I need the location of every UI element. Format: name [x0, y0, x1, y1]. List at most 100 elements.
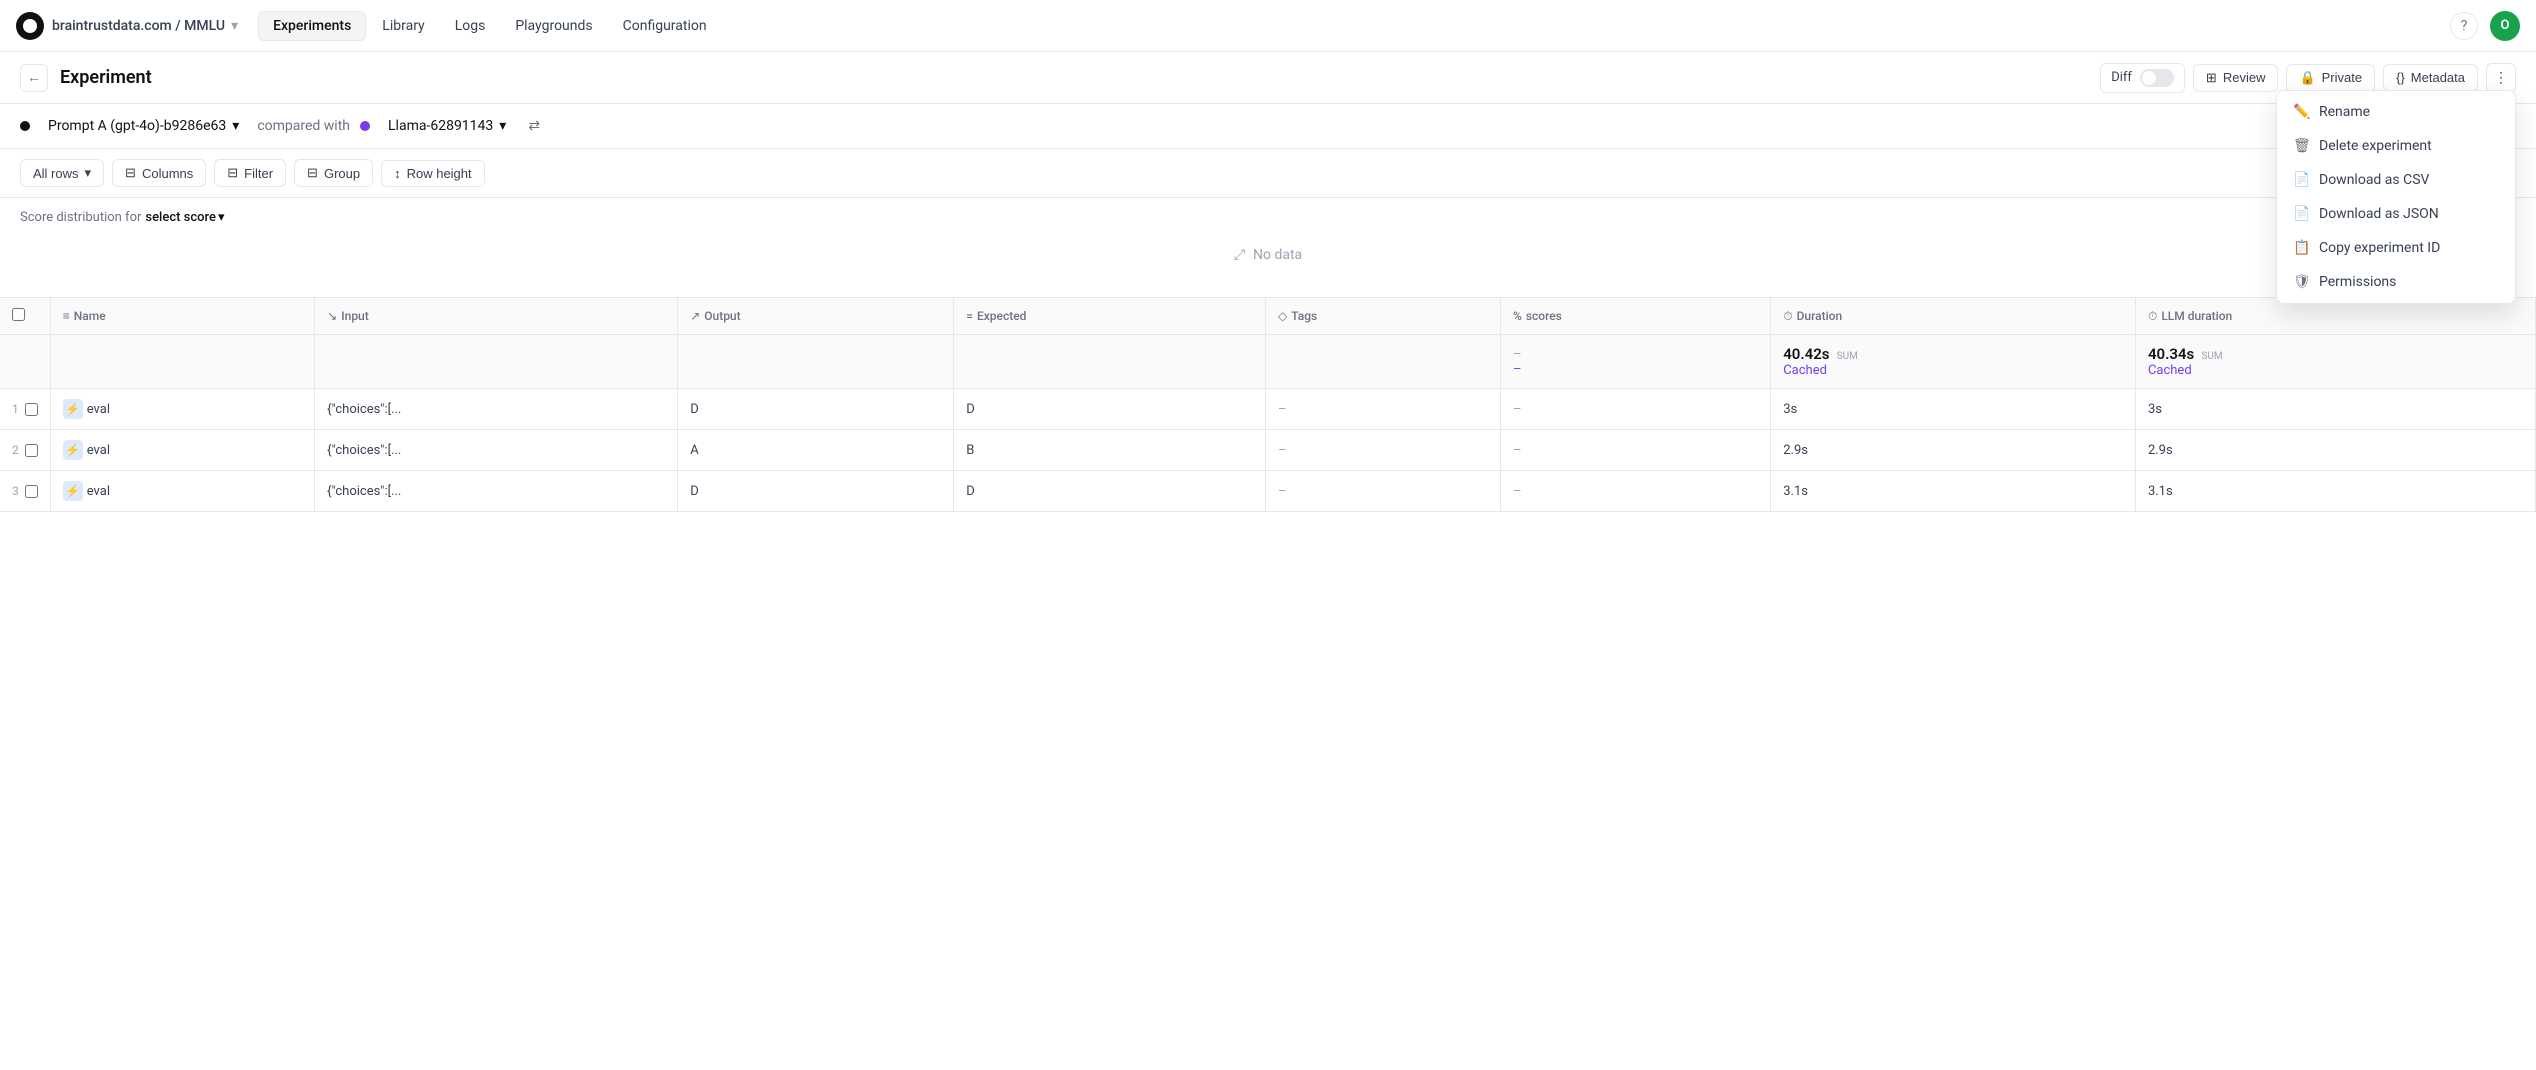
copy-icon: 📋	[2293, 240, 2309, 256]
toggle-thumb	[2142, 71, 2156, 85]
row-height-icon: ↕	[394, 166, 401, 181]
score-distribution: Score distribution for select score ▾ ⤢ …	[0, 198, 2536, 298]
filter-button[interactable]: ⊟ Filter	[214, 159, 286, 187]
nav-library[interactable]: Library	[368, 12, 438, 40]
review-icon: ⊞	[2206, 70, 2217, 86]
back-button[interactable]: ←	[20, 64, 48, 92]
row-2-scores: –	[1501, 471, 1771, 512]
nav-experiments[interactable]: Experiments	[258, 11, 366, 41]
table-row[interactable]: 3 ⚡ eval {"choices":[... D D – – 3.1s 3.…	[0, 471, 2536, 512]
sub-header-actions: Diff ⊞ Review 🔒 Private {} Metadata ⋮	[2100, 63, 2516, 93]
agg-expected-cell	[954, 335, 1266, 389]
exp1-selector[interactable]: Prompt A (gpt-4o)-b9286e63 ▾	[40, 114, 247, 138]
dropdown-download-csv[interactable]: 📄 Download as CSV	[2277, 163, 2515, 197]
row-2-name: ⚡ eval	[50, 471, 314, 512]
agg-name-cell	[50, 335, 314, 389]
dropdown-copy-id[interactable]: 📋 Copy experiment ID	[2277, 231, 2515, 265]
exp1-dot	[20, 121, 30, 131]
dropdown-menu: ✏️ Rename 🗑 Delete experiment 📄 Download…	[2276, 90, 2516, 304]
nav-configuration[interactable]: Configuration	[609, 12, 721, 40]
agg-duration-cell: 40.42s SUM Cached	[1771, 335, 2136, 389]
agg-tags-cell	[1265, 335, 1500, 389]
diff-toggle-pill[interactable]	[2140, 69, 2174, 87]
data-table: ≡ Name ↘ Input ↗ Output = Expected ◇ Tag…	[0, 298, 2536, 512]
all-rows-button[interactable]: All rows ▾	[20, 159, 104, 187]
row-2-llm-duration: 3.1s	[2135, 471, 2535, 512]
nav-items: Experiments Library Logs Playgrounds Con…	[258, 11, 720, 41]
row-0-expected: D	[954, 389, 1266, 430]
exp2-selector[interactable]: Llama-62891143 ▾	[380, 114, 514, 138]
aggregate-row: – – 40.42s SUM Cached 40.34s SUM Cached	[0, 335, 2536, 389]
logo	[16, 12, 44, 40]
row-1-input: {"choices":[...	[315, 430, 678, 471]
metadata-icon: {}	[2396, 70, 2405, 85]
table-row[interactable]: 1 ⚡ eval {"choices":[... D D – – 3s 3s	[0, 389, 2536, 430]
th-duration: ⏱ Duration	[1771, 298, 2136, 335]
th-tags: ◇ Tags	[1265, 298, 1500, 335]
columns-button[interactable]: ⊟ Columns	[112, 159, 206, 187]
th-input: ↘ Input	[315, 298, 678, 335]
row-num-cell: 2	[0, 430, 50, 471]
dropdown-download-json[interactable]: 📄 Download as JSON	[2277, 197, 2515, 231]
select-all-checkbox[interactable]	[12, 308, 25, 321]
all-rows-label: All rows	[33, 166, 79, 181]
help-button[interactable]: ?	[2450, 12, 2478, 40]
row-2-checkbox[interactable]	[25, 485, 38, 498]
dropdown-rename[interactable]: ✏️ Rename	[2277, 95, 2515, 129]
dropdown-copy-label: Copy experiment ID	[2319, 240, 2440, 256]
private-label: Private	[2322, 70, 2362, 85]
more-button[interactable]: ⋮	[2486, 63, 2516, 93]
dropdown-permissions[interactable]: 🛡 Permissions	[2277, 265, 2515, 299]
group-icon: ⊟	[307, 165, 318, 181]
row-num-cell: 1	[0, 389, 50, 430]
select-score-button[interactable]: select score ▾	[145, 210, 224, 225]
group-label: Group	[324, 166, 360, 181]
dropdown-csv-label: Download as CSV	[2319, 172, 2429, 188]
row-0-checkbox[interactable]	[25, 403, 38, 416]
group-button[interactable]: ⊟ Group	[294, 159, 373, 187]
row-2-output: D	[678, 471, 954, 512]
exp2-label: Llama-62891143	[388, 118, 493, 134]
row-1-tags: –	[1265, 430, 1500, 471]
row-1-checkbox[interactable]	[25, 444, 38, 457]
private-button[interactable]: 🔒 Private	[2286, 64, 2375, 92]
diff-toggle[interactable]: Diff	[2100, 63, 2185, 93]
row-2-input: {"choices":[...	[315, 471, 678, 512]
dropdown-json-label: Download as JSON	[2319, 206, 2439, 222]
user-avatar[interactable]: O	[2490, 11, 2520, 41]
row-2-tags: –	[1265, 471, 1500, 512]
nav-playgrounds[interactable]: Playgrounds	[501, 12, 606, 40]
shield-icon: 🛡	[2293, 274, 2309, 290]
row-0-output: D	[678, 389, 954, 430]
dropdown-delete-label: Delete experiment	[2319, 138, 2432, 154]
pencil-icon: ✏️	[2293, 104, 2309, 120]
row-height-button[interactable]: ↕ Row height	[381, 160, 485, 187]
table-row[interactable]: 2 ⚡ eval {"choices":[... A B – – 2.9s 2.…	[0, 430, 2536, 471]
columns-label: Columns	[142, 166, 193, 181]
diff-label: Diff	[2111, 70, 2132, 85]
row-0-input: {"choices":[...	[315, 389, 678, 430]
no-data-message: ⤢ No data	[20, 225, 2516, 285]
select-score-chevron: ▾	[218, 210, 225, 225]
row-num-cell: 3	[0, 471, 50, 512]
row-1-name: ⚡ eval	[50, 430, 314, 471]
page-title: Experiment	[60, 67, 152, 88]
th-name: ≡ Name	[50, 298, 314, 335]
review-button[interactable]: ⊞ Review	[2193, 64, 2279, 92]
top-nav: braintrustdata.com / MMLU ▾ Experiments …	[0, 0, 2536, 52]
toolbar: All rows ▾ ⊟ Columns ⊟ Filter ⊟ Group ↕ …	[0, 149, 2536, 198]
eval-icon: ⚡	[63, 440, 83, 460]
metadata-button[interactable]: {} Metadata	[2383, 64, 2478, 91]
row-1-expected: B	[954, 430, 1266, 471]
no-data-icon: ⤢	[1234, 247, 1245, 263]
th-expected: = Expected	[954, 298, 1266, 335]
swap-button[interactable]: ⇄	[524, 114, 544, 138]
dropdown-delete[interactable]: 🗑 Delete experiment	[2277, 129, 2515, 163]
row-0-scores: –	[1501, 389, 1771, 430]
table-header-row: ≡ Name ↘ Input ↗ Output = Expected ◇ Tag…	[0, 298, 2536, 335]
th-output: ↗ Output	[678, 298, 954, 335]
eval-icon: ⚡	[63, 481, 83, 501]
nav-logs[interactable]: Logs	[441, 12, 500, 40]
sub-header: ← Experiment Diff ⊞ Review 🔒 Private {} …	[0, 52, 2536, 104]
compared-with-text: compared with	[257, 118, 350, 134]
